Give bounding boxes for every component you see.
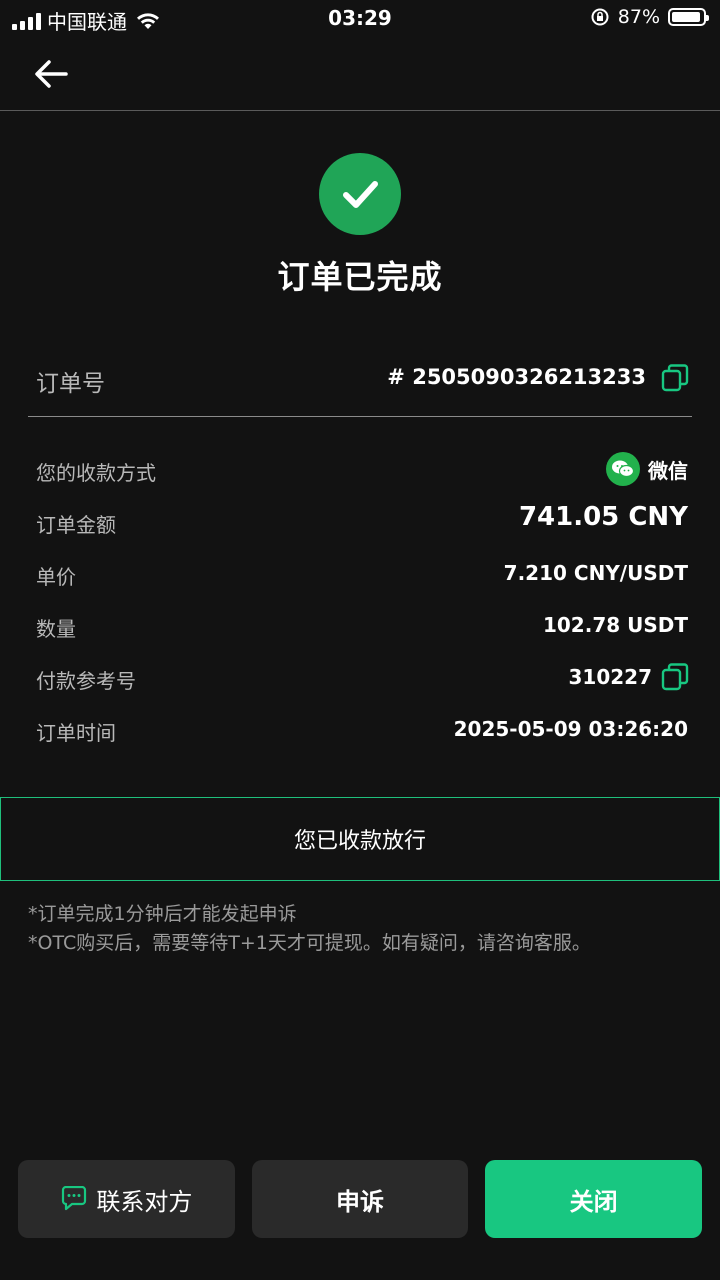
quantity-label: 数量 [36, 617, 76, 641]
payment-method-name: 微信 [648, 458, 688, 483]
status-bar: 中国联通 03:29 87% [0, 0, 720, 38]
close-button[interactable]: 关闭 [485, 1160, 703, 1238]
release-status-box: 您已收款放行 [0, 797, 720, 881]
appeal-button-label: 申诉 [336, 1187, 384, 1216]
price-value: 7.210 CNY/USDT [503, 561, 688, 585]
header [0, 38, 720, 111]
note-line: *OTC购买后，需要等待T+1天才可提现。如有疑问，请咨询客服。 [28, 932, 591, 954]
contact-button-label: 联系对方 [96, 1187, 193, 1216]
copy-icon[interactable] [660, 363, 690, 393]
order-details: 您的收款方式 微信 订单金额 741.05 CNY 单价 7.210 CNY/U… [36, 444, 690, 756]
reference-label: 付款参考号 [36, 669, 136, 693]
order-number-label: 订单号 [36, 371, 105, 397]
order-time-value: 2025-05-09 03:26:20 [453, 717, 688, 741]
amount-label: 订单金额 [36, 513, 116, 537]
amount-value: 741.05 CNY [518, 502, 688, 532]
reference-value: 310227 [568, 665, 653, 689]
payment-method-value: 微信 [606, 452, 688, 486]
close-button-label: 关闭 [569, 1187, 618, 1216]
order-time-row: 订单时间 2025-05-09 03:26:20 [36, 704, 688, 756]
notes: *订单完成1分钟后才能发起申诉 *OTC购买后，需要等待T+1天才可提现。如有疑… [28, 900, 591, 958]
payment-method-row: 您的收款方式 微信 [36, 444, 688, 496]
chat-icon [62, 1186, 87, 1211]
status-right: 87% [590, 6, 709, 28]
order-number-row: 订单号 # 2505090326213233 [28, 350, 692, 417]
appeal-button[interactable]: 申诉 [251, 1160, 469, 1238]
release-status-label: 您已收款放行 [293, 829, 426, 854]
orientation-lock-icon [591, 8, 609, 26]
note-line: *订单完成1分钟后才能发起申诉 [28, 903, 297, 925]
price-row: 单价 7.210 CNY/USDT [36, 548, 688, 600]
price-label: 单价 [36, 565, 76, 589]
back-arrow-icon[interactable] [30, 56, 74, 92]
amount-row: 订单金额 741.05 CNY [36, 496, 688, 548]
reference-row: 付款参考号 310227 [36, 652, 690, 704]
check-circle-icon [319, 153, 401, 235]
order-number-value: # 2505090326213233 [387, 365, 646, 389]
quantity-value: 102.78 USDT [542, 613, 688, 637]
payment-method-label: 您的收款方式 [36, 461, 156, 485]
copy-icon[interactable] [660, 662, 690, 692]
quantity-row: 数量 102.78 USDT [36, 600, 688, 652]
battery-icon [668, 8, 709, 26]
order-time-label: 订单时间 [36, 721, 116, 745]
wechat-icon [606, 452, 640, 486]
contact-button[interactable]: 联系对方 [18, 1160, 235, 1238]
page-title: 订单已完成 [277, 258, 443, 296]
battery-percent: 87% [617, 6, 660, 28]
bottom-action-bar: 联系对方 申诉 关闭 [18, 1160, 703, 1238]
